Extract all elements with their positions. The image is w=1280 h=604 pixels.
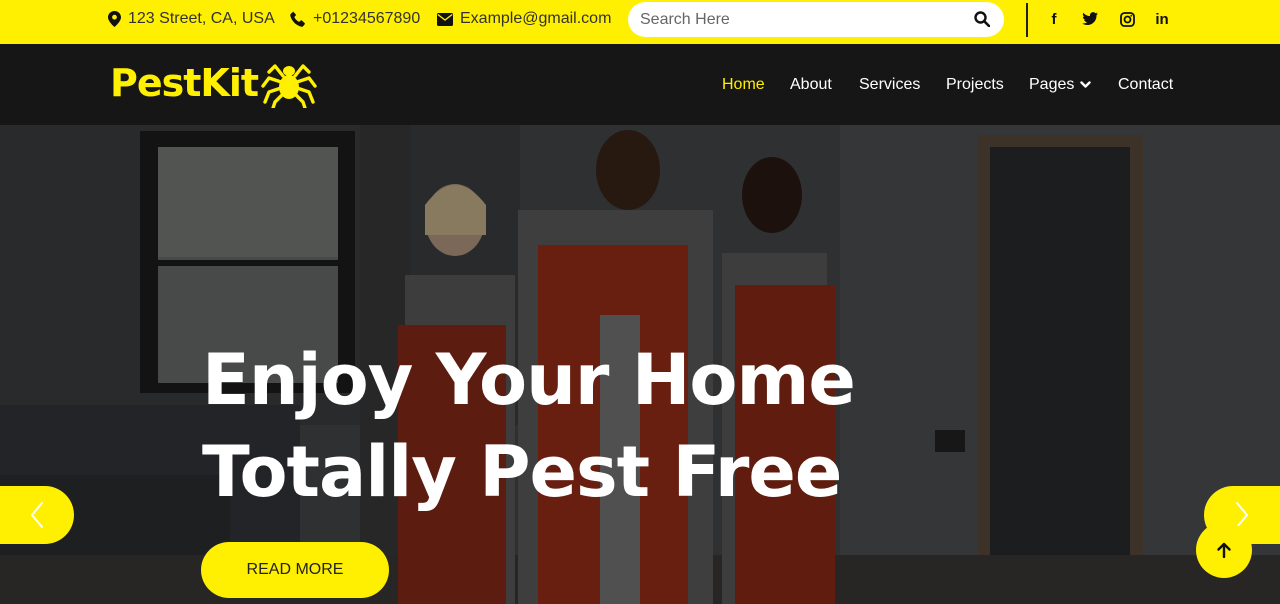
nav-pages[interactable]: Pages [1029,44,1092,125]
envelope-icon [437,12,453,26]
hero-carousel: Enjoy Your Home Totally Pest Free READ M… [0,125,1280,604]
search-icon[interactable] [974,11,990,27]
address-text: 123 Street, CA, USA [128,10,275,27]
read-more-button[interactable]: READ MORE [201,542,389,598]
nav-contact[interactable]: Contact [1118,44,1173,125]
top-bar: 123 Street, CA, USA +01234567890 Example… [0,0,1280,44]
brand-logo[interactable]: PestKit [110,58,317,108]
search-bar [628,2,1004,37]
chevron-down-icon [1080,80,1092,88]
instagram-icon[interactable] [1118,10,1136,28]
linkedin-icon[interactable]: in [1153,10,1171,28]
phone-text: +01234567890 [313,10,421,27]
phone-item[interactable]: +01234567890 [290,0,420,38]
twitter-icon[interactable] [1081,10,1099,28]
topbar-divider [1026,3,1028,37]
hero-headline-line2: Totally Pest Free [202,431,842,513]
hero-headline-line1: Enjoy Your Home [202,339,856,421]
nav-projects[interactable]: Projects [946,44,1004,125]
carousel-prev-button[interactable] [0,486,74,544]
nav-about[interactable]: About [790,44,832,125]
brand-name: PestKit [110,61,259,105]
back-to-top-button[interactable] [1196,522,1252,578]
search-input[interactable] [640,10,960,29]
email-text: Example@gmail.com [460,10,612,27]
main-navbar: PestKit Home About Services Projects Pag… [0,44,1280,125]
spider-icon [261,64,317,108]
nav-services[interactable]: Services [859,44,920,125]
arrow-up-icon [1217,542,1231,558]
map-marker-icon [108,11,121,27]
phone-icon [290,11,305,27]
email-item[interactable]: Example@gmail.com [437,0,611,38]
facebook-icon[interactable]: f [1045,10,1063,28]
chevron-left-icon [31,502,43,528]
address-item: 123 Street, CA, USA [108,0,275,38]
nav-home[interactable]: Home [722,44,765,125]
